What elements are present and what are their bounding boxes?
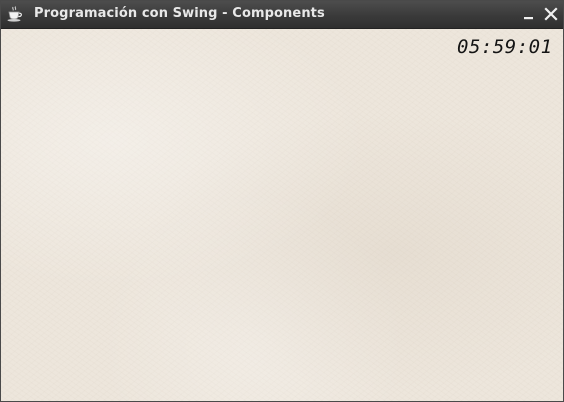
java-cup-icon[interactable] (6, 6, 24, 22)
close-icon (544, 7, 558, 21)
close-button[interactable] (543, 6, 559, 22)
content-panel: 05:59:01 (1, 29, 563, 401)
window-titlebar[interactable]: Programación con Swing - Components (1, 1, 563, 29)
minimize-icon (524, 17, 533, 20)
window-title: Programación con Swing - Components (34, 6, 325, 21)
minimize-button[interactable] (521, 6, 537, 22)
application-window: Programación con Swing - Components 05:5… (0, 0, 564, 402)
clock-label: 05:59:01 (457, 36, 553, 58)
